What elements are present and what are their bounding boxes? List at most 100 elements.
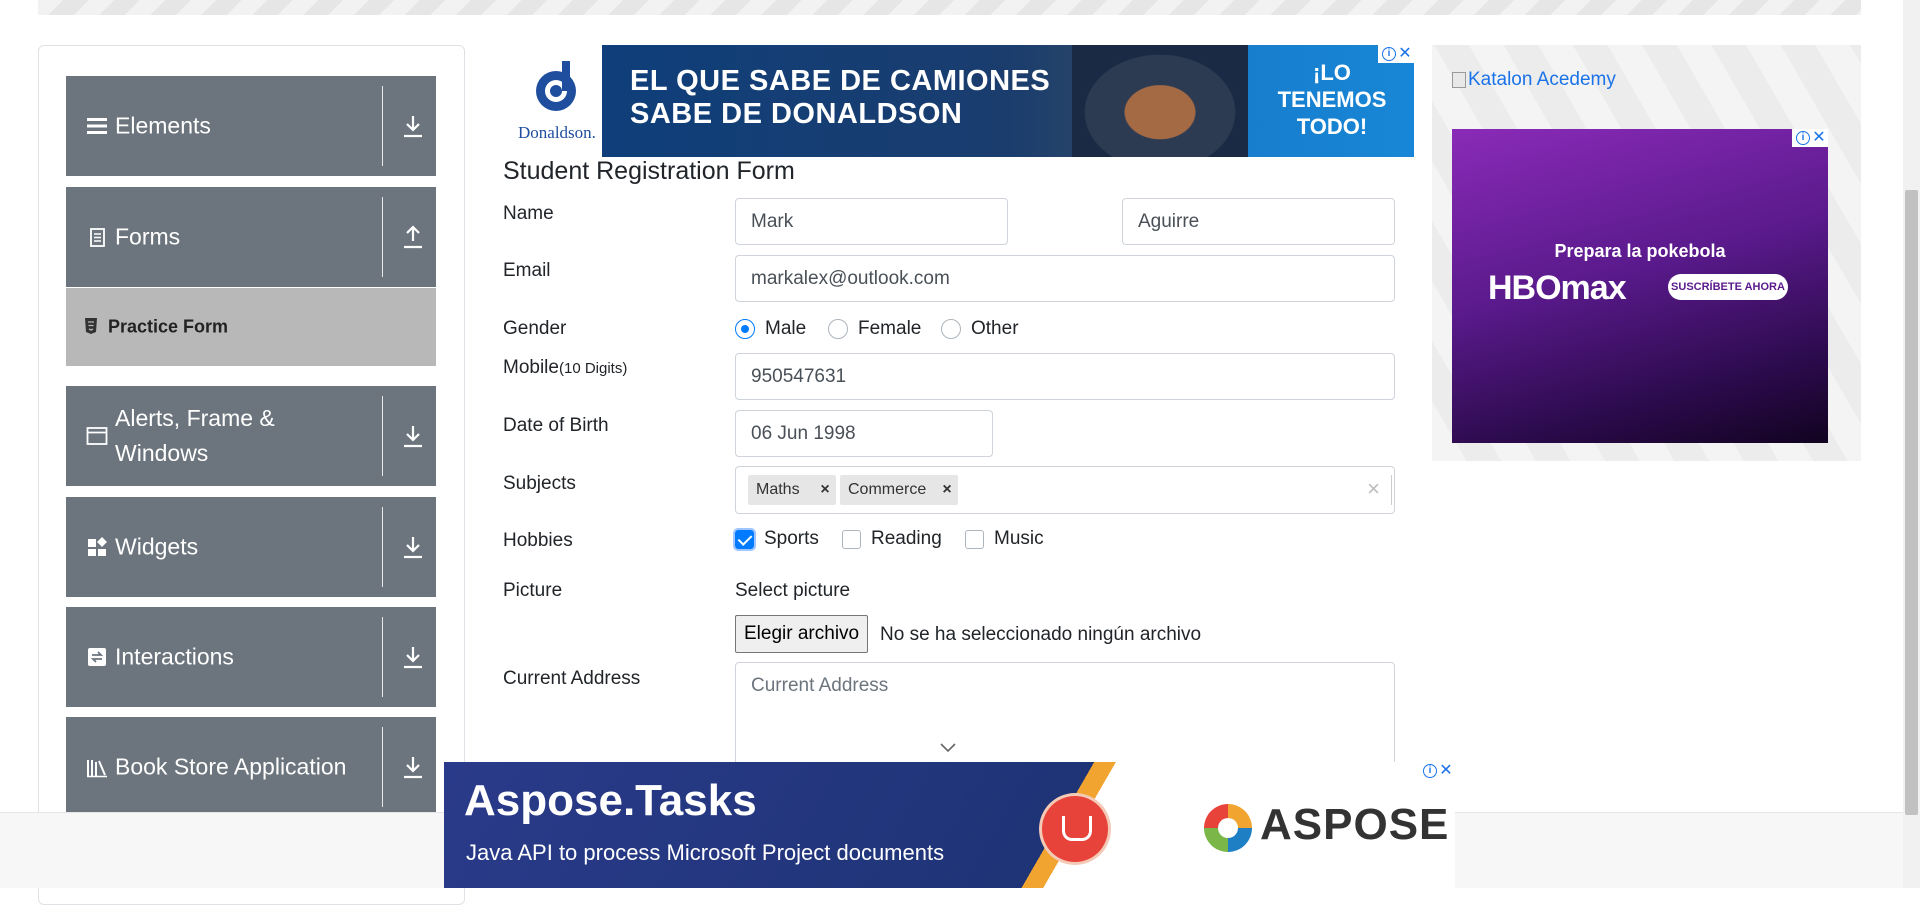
mobile-label-text: Mobile (503, 357, 559, 378)
ad-close-icon[interactable]: ✕ (1812, 130, 1826, 146)
java-logo-icon (1042, 796, 1108, 862)
hobby-checkbox-sports[interactable]: Sports (733, 527, 819, 551)
select-picture-label: Select picture (735, 580, 851, 601)
katalon-link-text[interactable]: Katalon Acedemy (1468, 69, 1616, 91)
date-of-birth-input[interactable]: 06 Jun 1998 (735, 410, 993, 457)
download-arrow-icon[interactable] (402, 754, 424, 780)
subscribe-button[interactable]: SUSCRÍBETE AHORA (1668, 274, 1788, 300)
chip-label: Maths (756, 481, 800, 498)
current-address-textarea[interactable]: Current Address (735, 662, 1395, 772)
checkbox[interactable] (733, 527, 756, 551)
radio-button[interactable] (828, 319, 848, 339)
checkbox[interactable] (842, 529, 861, 549)
html5-icon (85, 318, 97, 334)
divider (382, 86, 383, 166)
ad-close-icon[interactable]: ✕ (1398, 46, 1412, 62)
mobile-input[interactable]: 950547631 (735, 353, 1395, 400)
ad-subtitle: Java API to process Microsoft Project do… (466, 840, 945, 865)
chevron-down-icon (940, 743, 956, 753)
divider (382, 197, 383, 277)
hbomax-ad[interactable]: Prepara la pokebola HBOmax SUSCRÍBETE AH… (1452, 129, 1828, 443)
bottom-ad-banner[interactable]: Aspose.Tasks Java API to process Microso… (444, 762, 1455, 888)
first-name-input[interactable]: Mark (735, 198, 1008, 245)
download-arrow-icon[interactable] (402, 644, 424, 670)
chip-remove-icon[interactable]: × (814, 475, 836, 505)
ad-info-icon[interactable]: i (1796, 131, 1810, 145)
aspose-logo-icon (1204, 804, 1252, 852)
ad-info-icon[interactable]: i (1423, 764, 1437, 778)
download-arrow-icon[interactable] (402, 534, 424, 560)
sidebar-group-elements[interactable]: Elements (66, 76, 436, 176)
sidebar: Elements Forms Practice Form Alerts, Fra… (38, 45, 465, 905)
window-icon (86, 427, 108, 445)
books-icon (87, 760, 107, 778)
top-ad-banner[interactable]: Donaldson. EL QUE SABE DE CAMIONES SABE … (510, 45, 1414, 157)
download-arrow-icon[interactable] (402, 113, 424, 139)
gender-radio-male[interactable]: Male (735, 317, 806, 341)
hbomax-logo: HBOmax (1488, 269, 1627, 307)
scrollbar-thumb[interactable] (1905, 190, 1918, 815)
sidebar-group-label: Alerts, Frame & Windows (115, 405, 275, 466)
top-banner-strip (38, 0, 1861, 15)
checkbox-label: Music (994, 528, 1044, 549)
sidebar-group-alerts[interactable]: Alerts, Frame & Windows (66, 386, 436, 486)
ad-controls[interactable]: i ✕ (1419, 762, 1455, 780)
sidebar-group-label: Forms (115, 223, 181, 250)
subject-chip-commerce: Commerce × (840, 475, 958, 505)
gender-label: Gender (503, 318, 567, 339)
chip-label: Commerce (848, 481, 927, 498)
donaldson-wordmark: Donaldson. (518, 123, 596, 142)
ad-info-icon[interactable]: i (1382, 47, 1396, 61)
gender-radio-other[interactable]: Other (941, 317, 1019, 341)
interactions-icon (88, 648, 106, 666)
subject-chip-maths: Maths × (748, 475, 836, 505)
checkbox-label: Sports (764, 528, 819, 549)
sidebar-group-book-store[interactable]: Book Store Application (66, 717, 436, 817)
donaldson-logo: Donaldson. (510, 45, 602, 157)
sidebar-item-practice-form[interactable]: Practice Form (66, 288, 436, 366)
subjects-input[interactable]: Maths × Commerce × × (735, 466, 1395, 514)
ad-controls[interactable]: i ✕ (1378, 45, 1414, 63)
gender-radio-female[interactable]: Female (828, 317, 921, 341)
choose-file-button[interactable]: Elegir archivo (735, 615, 869, 653)
sidebar-group-label: Widgets (115, 533, 199, 560)
ad-close-icon[interactable]: ✕ (1439, 763, 1453, 779)
file-status-text: No se ha seleccionado ningún archivo (880, 624, 1202, 645)
sidebar-group-widgets[interactable]: Widgets (66, 497, 436, 597)
radio-button[interactable] (941, 319, 961, 339)
hobbies-label: Hobbies (503, 530, 573, 551)
download-arrow-icon[interactable] (402, 423, 424, 449)
email-field[interactable]: markalex@outlook.com (735, 255, 1395, 302)
menu-icon (87, 118, 107, 134)
radio-label: Female (858, 318, 922, 339)
sidebar-group-interactions[interactable]: Interactions (66, 607, 436, 707)
divider (382, 396, 383, 476)
checkbox[interactable] (965, 529, 984, 549)
sidebar-group-label: Interactions (115, 643, 234, 670)
hobby-checkbox-reading[interactable]: Reading (842, 528, 942, 550)
hobby-checkbox-music[interactable]: Music (965, 528, 1044, 550)
katalon-link[interactable]: Katalon Acedemy (1452, 69, 1616, 91)
radio-label: Male (765, 318, 807, 339)
ad-headline-line: SABE DE DONALDSON (630, 98, 963, 130)
sidebar-group-forms[interactable]: Forms (66, 187, 436, 287)
widgets-icon (88, 537, 107, 556)
clear-all-icon[interactable]: × (1367, 476, 1380, 502)
aspose-wordmark: ASPOSE (1260, 800, 1450, 849)
picture-label: Picture (503, 580, 563, 601)
checkbox-label: Reading (871, 528, 942, 549)
current-address-label: Current Address (503, 668, 641, 689)
ad-banner-body[interactable]: EL QUE SABE DE CAMIONES SABE DE DONALDSO… (602, 45, 1414, 157)
chip-remove-icon[interactable]: × (936, 475, 958, 505)
form-title: Student Registration Form (503, 157, 795, 185)
mobile-hint: (10 Digits) (558, 360, 628, 377)
email-label: Email (503, 260, 551, 281)
radio-button[interactable] (735, 319, 755, 339)
radio-label: Other (971, 318, 1019, 339)
last-name-input[interactable]: Aguirre (1122, 198, 1395, 245)
ad-controls[interactable]: i ✕ (1792, 129, 1828, 147)
page-scrollbar[interactable] (1903, 0, 1920, 888)
divider (382, 507, 383, 587)
mobile-label: Mobile(10 Digits) (503, 357, 627, 379)
upload-arrow-icon[interactable] (402, 224, 424, 250)
